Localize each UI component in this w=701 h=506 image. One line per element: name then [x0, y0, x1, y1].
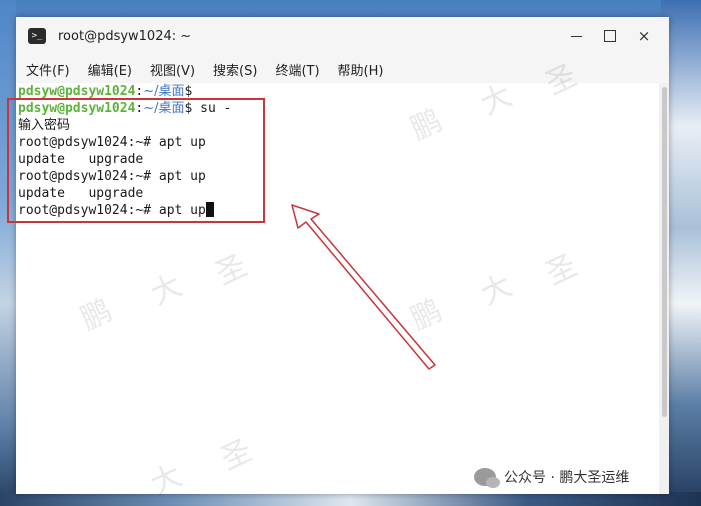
wechat-icon — [474, 468, 500, 488]
footer-credit: 公众号 · 鹏大圣运维 — [474, 467, 630, 488]
annotation-arrow-icon — [291, 204, 436, 370]
credit-text: 公众号 · 鹏大圣运维 — [504, 470, 630, 486]
